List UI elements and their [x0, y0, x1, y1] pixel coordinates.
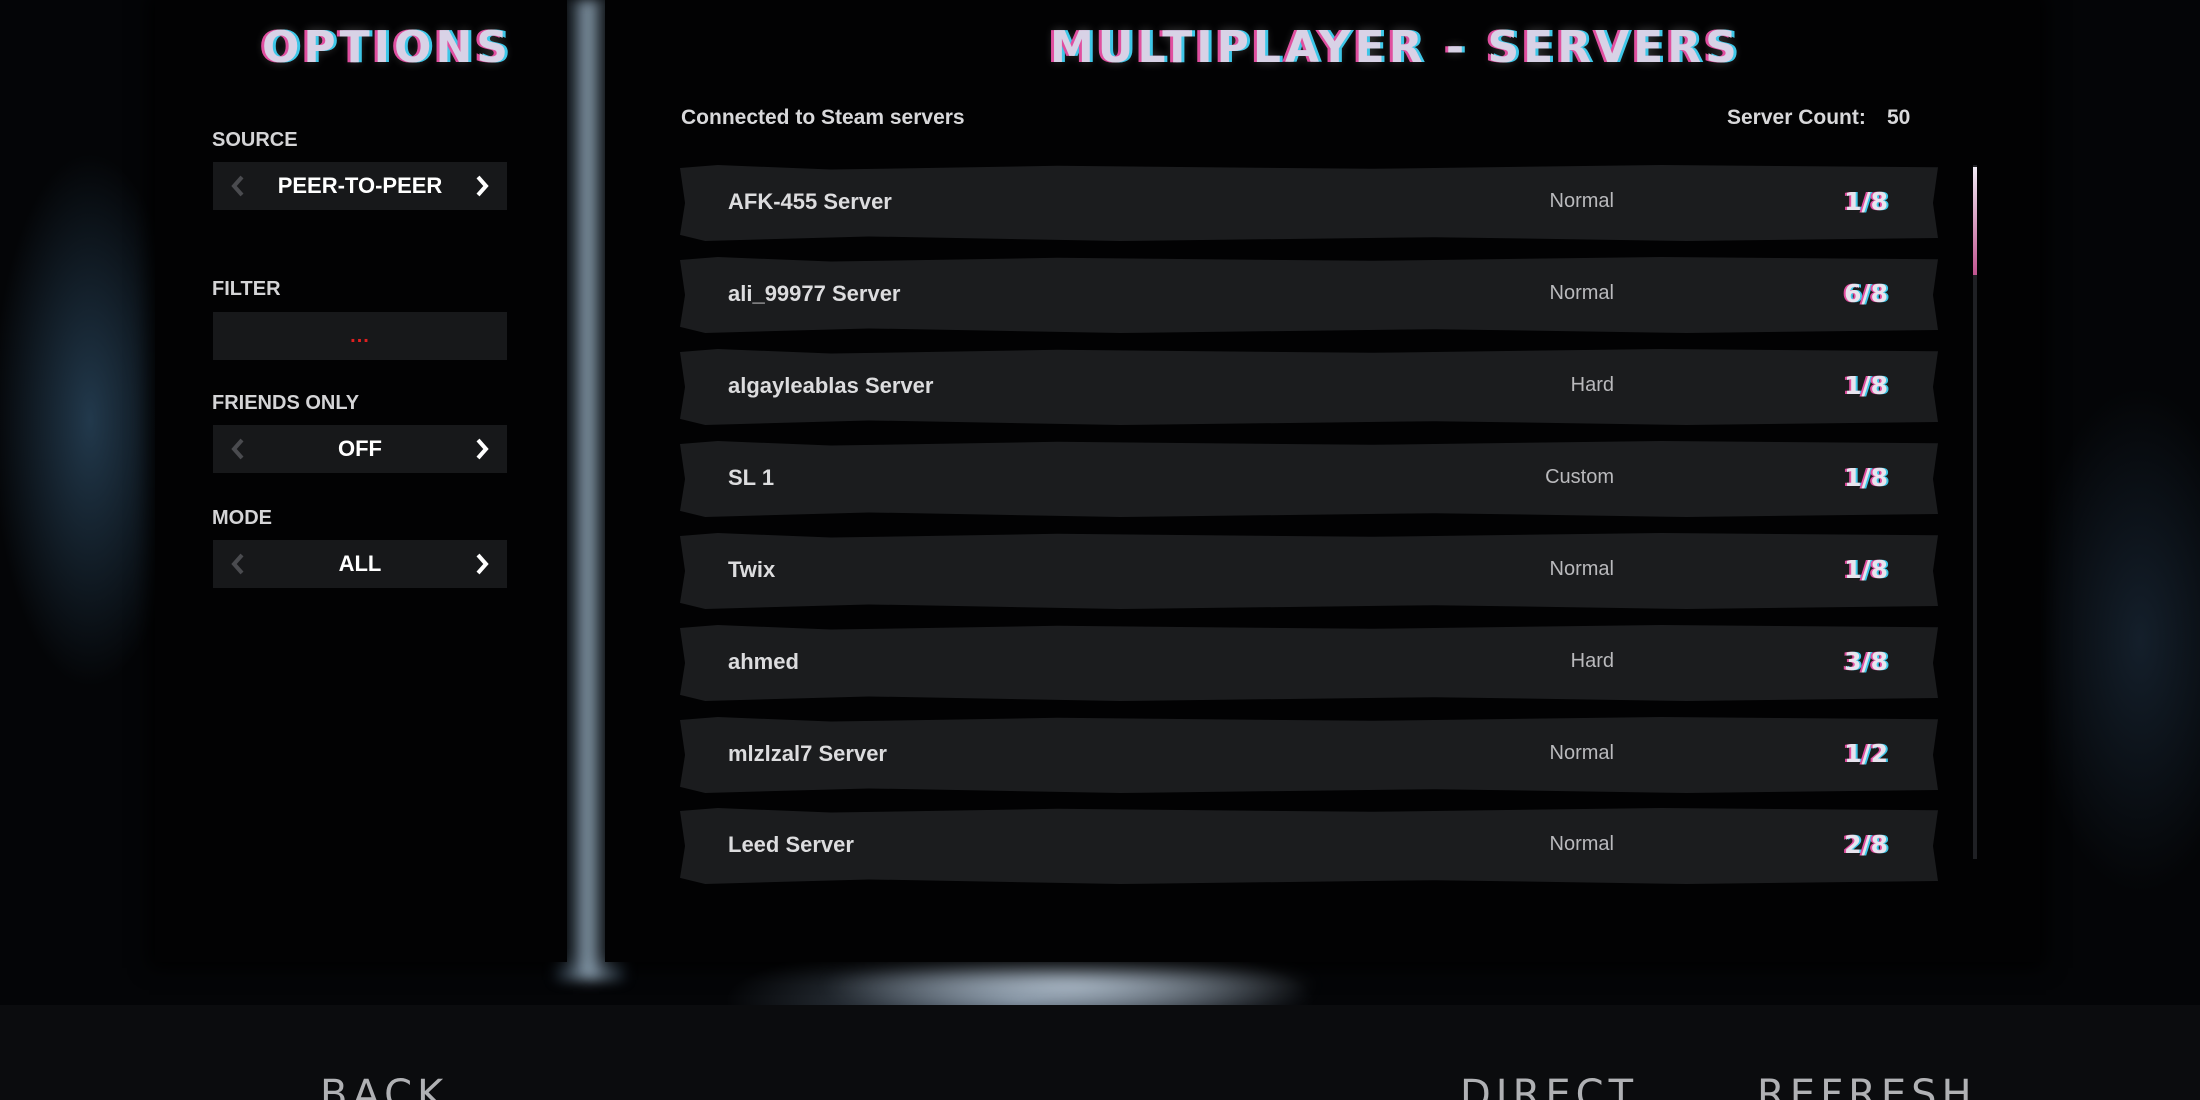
scroll-thumb[interactable] [1973, 167, 1977, 275]
game-screen: OPTIONS SOURCE PEER-TO-PEER FILTER ... F… [0, 0, 2200, 1100]
chevron-right-icon[interactable] [471, 438, 493, 460]
server-count-label: Server Count: [1727, 106, 1866, 129]
options-title: OPTIONS [262, 22, 512, 73]
server-name: AFK-455 Server [728, 189, 892, 214]
chevron-left-icon[interactable] [227, 438, 249, 460]
server-mode: Normal [1549, 282, 1614, 304]
refresh-button[interactable]: REFRESH [1757, 1072, 1977, 1100]
chevron-left-icon[interactable] [227, 175, 249, 197]
server-mode: Normal [1549, 833, 1614, 855]
server-name: ahmed [728, 649, 799, 674]
server-name: algayleablas Server [728, 373, 934, 398]
server-name: mlzlzal7 Server [728, 741, 887, 766]
source-label: SOURCE [212, 129, 298, 151]
server-players: 3/8 [1844, 647, 1888, 676]
friends-only-value: OFF [338, 436, 382, 461]
server-mode: Normal [1549, 558, 1614, 580]
filter-input[interactable]: ... [213, 312, 507, 360]
server-row[interactable]: ali_99977 Server Normal 6/8 [680, 257, 1938, 333]
filter-value: ... [350, 324, 370, 347]
server-players: 6/8 [1844, 279, 1888, 308]
source-selector: PEER-TO-PEER [213, 162, 507, 210]
server-mode: Custom [1545, 466, 1614, 488]
chevron-right-icon[interactable] [471, 553, 493, 575]
server-name: Twix [728, 557, 776, 582]
connection-status: Connected to Steam servers [681, 106, 965, 129]
server-row[interactable]: ahmed Hard 3/8 [680, 625, 1938, 701]
friends-only-label: FRIENDS ONLY [212, 392, 360, 414]
chevron-right-icon[interactable] [471, 175, 493, 197]
server-list-scrollbar[interactable] [1973, 165, 1977, 859]
direct-button[interactable]: DIRECT [1460, 1072, 1638, 1100]
server-mode: Normal [1549, 190, 1614, 212]
server-players: 1/2 [1844, 739, 1888, 768]
server-row[interactable]: Twix Normal 1/8 [680, 533, 1938, 609]
server-row[interactable]: AFK-455 Server Normal 1/8 [680, 165, 1938, 241]
server-mode: Normal [1549, 742, 1614, 764]
server-row[interactable]: SL 1 Custom 1/8 [680, 441, 1938, 517]
server-row[interactable]: mlzlzal7 Server Normal 1/2 [680, 717, 1938, 793]
servers-title: MULTIPLAYER - SERVERS [1050, 22, 1741, 73]
server-name: Leed Server [728, 832, 854, 857]
chevron-left-icon[interactable] [227, 553, 249, 575]
server-count-value: 50 [1887, 106, 1911, 129]
mode-value: ALL [338, 551, 382, 576]
server-mode: Hard [1570, 374, 1614, 396]
server-name: ali_99977 Server [728, 281, 901, 306]
source-value: PEER-TO-PEER [277, 173, 443, 198]
back-button[interactable]: BACK [320, 1072, 448, 1100]
server-players: 2/8 [1844, 830, 1888, 859]
server-players: 1/8 [1844, 555, 1888, 584]
server-mode: Hard [1570, 650, 1614, 672]
mode-label: MODE [212, 507, 272, 529]
server-players: 1/8 [1844, 463, 1888, 492]
server-name: SL 1 [728, 465, 775, 490]
server-players: 1/8 [1844, 187, 1888, 216]
friends-only-selector: OFF [213, 425, 507, 473]
server-players: 1/8 [1844, 371, 1888, 400]
server-row[interactable]: Leed Server Normal 2/8 [680, 808, 1938, 884]
filter-label: FILTER [212, 278, 281, 300]
server-row[interactable]: algayleablas Server Hard 1/8 [680, 349, 1938, 425]
mode-selector: ALL [213, 540, 507, 588]
